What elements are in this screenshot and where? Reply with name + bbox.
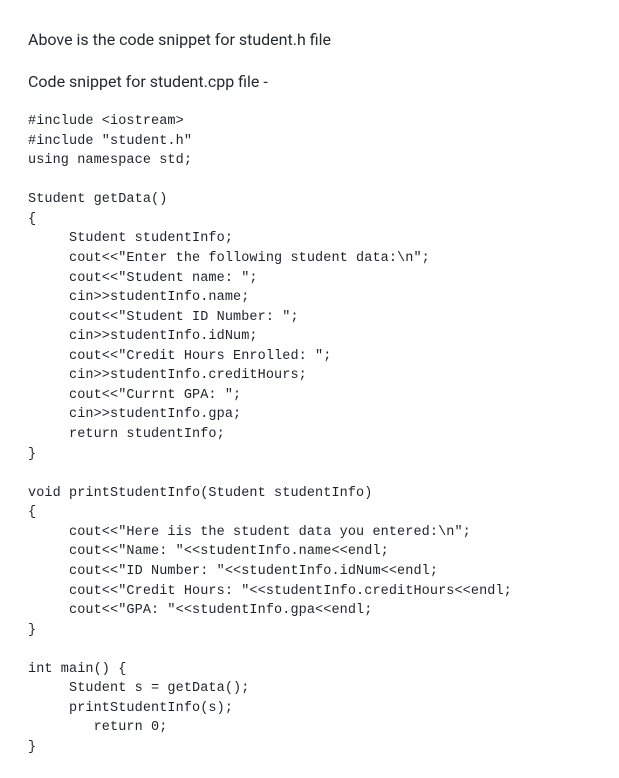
code-line: cout<<"Student name: "; bbox=[28, 269, 591, 289]
code-line: { bbox=[28, 503, 591, 523]
code-line: int main() { bbox=[28, 660, 591, 680]
code-line: Student studentInfo; bbox=[28, 229, 591, 249]
code-line: cout<<"Enter the following student data:… bbox=[28, 249, 591, 269]
code-line bbox=[28, 640, 591, 660]
code-line: cout<<"Credit Hours: "<<studentInfo.cred… bbox=[28, 582, 591, 602]
code-line: cout<<"ID Number: "<<studentInfo.idNum<<… bbox=[28, 562, 591, 582]
code-line: cout<<"Here iis the student data you ent… bbox=[28, 523, 591, 543]
code-line: } bbox=[28, 445, 591, 465]
code-line: cout<<"Credit Hours Enrolled: "; bbox=[28, 347, 591, 367]
code-line: } bbox=[28, 738, 591, 758]
code-line: cout<<"Currnt GPA: "; bbox=[28, 386, 591, 406]
code-line bbox=[28, 171, 591, 191]
code-line: return studentInfo; bbox=[28, 425, 591, 445]
code-line: Student getData() bbox=[28, 190, 591, 210]
code-line: using namespace std; bbox=[28, 151, 591, 171]
code-line: cin>>studentInfo.creditHours; bbox=[28, 366, 591, 386]
code-line: cin>>studentInfo.name; bbox=[28, 288, 591, 308]
code-line: { bbox=[28, 210, 591, 230]
code-line: cin>>studentInfo.gpa; bbox=[28, 405, 591, 425]
paragraph-header-2: Code snippet for student.cpp file - bbox=[28, 70, 591, 94]
code-line: cin>>studentInfo.idNum; bbox=[28, 327, 591, 347]
code-line: cout<<"Name: "<<studentInfo.name<<endl; bbox=[28, 542, 591, 562]
code-line: cout<<"Student ID Number: "; bbox=[28, 308, 591, 328]
code-line: return 0; bbox=[28, 718, 591, 738]
code-line bbox=[28, 464, 591, 484]
code-line: #include <iostream> bbox=[28, 112, 591, 132]
code-line: #include "student.h" bbox=[28, 132, 591, 152]
code-line: cout<<"GPA: "<<studentInfo.gpa<<endl; bbox=[28, 601, 591, 621]
code-block: #include <iostream>#include "student.h"u… bbox=[28, 112, 591, 758]
paragraph-header-1: Above is the code snippet for student.h … bbox=[28, 28, 591, 52]
code-line: } bbox=[28, 621, 591, 641]
code-line: Student s = getData(); bbox=[28, 679, 591, 699]
code-line: void printStudentInfo(Student studentInf… bbox=[28, 484, 591, 504]
